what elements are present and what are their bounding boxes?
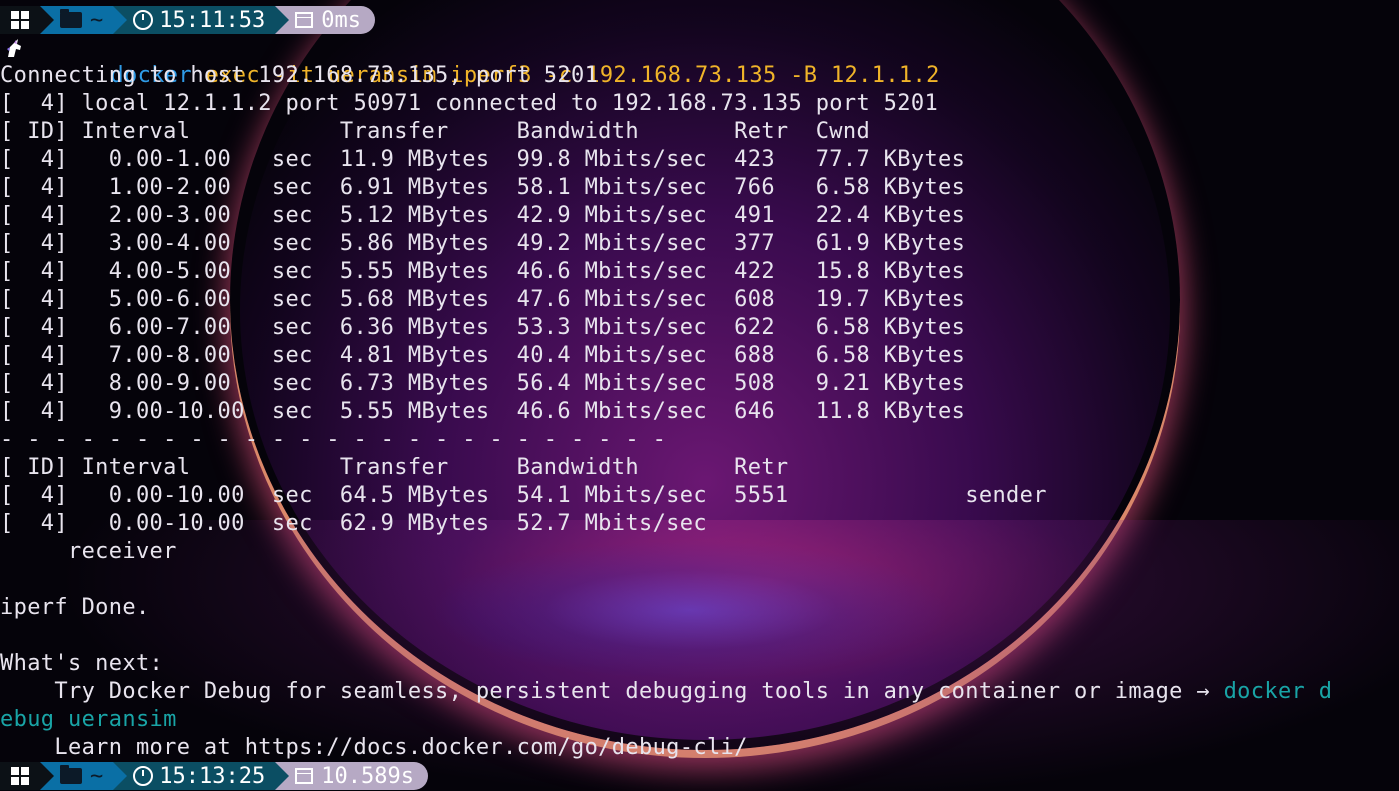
output-line: [ 4] local 12.1.1.2 port 50971 connected… — [0, 91, 939, 116]
windows-segment — [0, 762, 54, 790]
clock-icon — [133, 766, 154, 786]
learn-more-link[interactable]: Learn more at https://docs.docker.com/go… — [0, 734, 748, 762]
output-line: [ 4] 1.00-2.00 sec 6.91 MBytes 58.1 Mbit… — [0, 175, 966, 200]
time-label: 15:13:25 — [159, 763, 266, 789]
suggestion-text: Try Docker Debug for seamless, persisten… — [0, 679, 1224, 704]
clock-icon — [133, 10, 154, 30]
output-line: [ 4] 0.00-10.00 sec 64.5 MBytes 54.1 Mbi… — [0, 483, 1047, 508]
suggestion-command-wrap: ebug ueransim — [0, 707, 177, 732]
windows-icon — [11, 11, 29, 29]
windows-segment — [0, 6, 54, 34]
output-line: receiver — [0, 539, 177, 564]
execution-time-icon — [295, 768, 314, 784]
duration-label: 0ms — [321, 7, 361, 33]
directory-label: ~ — [90, 7, 104, 33]
prompt-bar: ~ 15:11:53 0ms — [0, 6, 375, 34]
windows-icon — [11, 767, 29, 785]
output-line: [ 4] 6.00-7.00 sec 6.36 MBytes 53.3 Mbit… — [0, 315, 966, 340]
folder-icon — [60, 9, 82, 28]
suggestion-command: docker d — [1223, 679, 1333, 704]
duration-label: 10.589s — [321, 763, 414, 789]
output-line: [ 4] 0.00-10.00 sec 62.9 MBytes 52.7 Mbi… — [0, 511, 707, 536]
output-line: iperf Done. — [0, 595, 150, 620]
directory-label: ~ — [90, 763, 104, 789]
prompt-bar: ~ 15:13:25 10.589s — [0, 762, 428, 790]
output-separator: - - - - - - - - - - - - - - - - - - - - … — [0, 427, 667, 452]
output-line: [ ID] Interval Transfer Bandwidth Retr C… — [0, 119, 871, 144]
output-line: [ 4] 5.00-6.00 sec 5.68 MBytes 47.6 Mbit… — [0, 287, 966, 312]
duration-segment: 10.589s — [275, 762, 428, 790]
output-line: What's next: — [0, 651, 164, 676]
folder-icon — [60, 765, 82, 784]
output-line: Connecting to host 192.168.73.135, port … — [0, 63, 599, 88]
output-line: [ 4] 3.00-4.00 sec 5.86 MBytes 49.2 Mbit… — [0, 231, 966, 256]
duration-segment: 0ms — [275, 6, 375, 34]
unicorn-icon — [7, 39, 21, 57]
execution-time-icon — [295, 12, 314, 28]
time-segment: 15:13:25 — [113, 762, 290, 790]
output-line: [ 4] 7.00-8.00 sec 4.81 MBytes 40.4 Mbit… — [0, 343, 966, 368]
output-line: [ 4] 4.00-5.00 sec 5.55 MBytes 46.6 Mbit… — [0, 259, 966, 284]
time-segment: 15:11:53 — [113, 6, 290, 34]
output-line: [ 4] 8.00-9.00 sec 6.73 MBytes 56.4 Mbit… — [0, 371, 966, 396]
output-line: [ 4] 9.00-10.00 sec 5.55 MBytes 46.6 Mbi… — [0, 399, 966, 424]
time-label: 15:11:53 — [159, 7, 266, 33]
command-line[interactable]: docker exec -it ueransim iperf3 -c 192.1… — [0, 34, 940, 88]
suggestion-line: Try Docker Debug for seamless, persisten… — [0, 678, 1332, 706]
output-line: [ 4] 0.00-1.00 sec 11.9 MBytes 99.8 Mbit… — [0, 147, 966, 172]
output-line: [ 4] 2.00-3.00 sec 5.12 MBytes 42.9 Mbit… — [0, 203, 966, 228]
output-line: [ ID] Interval Transfer Bandwidth Retr — [0, 455, 789, 480]
